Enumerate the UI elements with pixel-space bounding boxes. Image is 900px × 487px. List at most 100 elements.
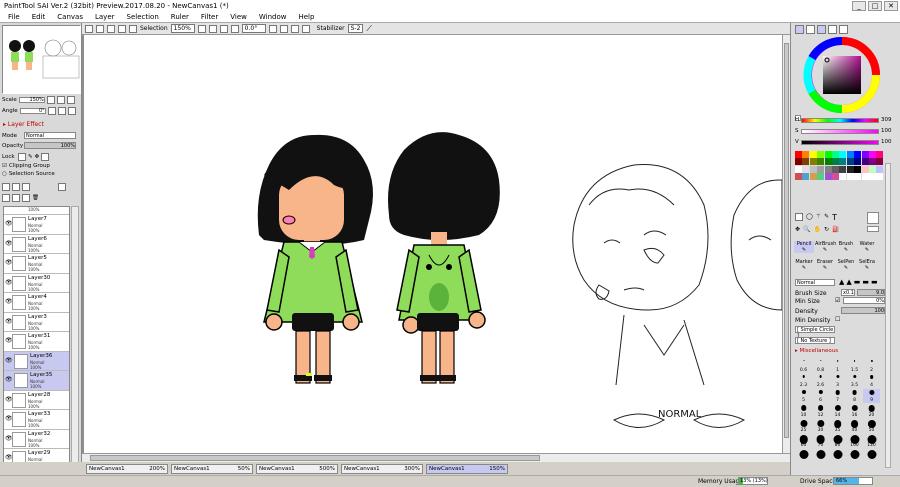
palette-swatch[interactable] (854, 173, 862, 181)
palette-swatch[interactable] (802, 151, 810, 158)
palette-swatch[interactable] (831, 173, 839, 181)
layer-list-scrollbar[interactable] (71, 206, 79, 472)
clipping-row[interactable]: ☑ Clipping Group (2, 163, 50, 169)
color-wheel[interactable] (803, 36, 881, 114)
palette-swatch[interactable] (831, 165, 839, 173)
invert-selection-button[interactable] (118, 24, 126, 33)
brush-size-preset[interactable]: 3.5 (846, 374, 863, 388)
rotate-tool-icon[interactable]: ↻ (824, 226, 829, 233)
hand-tool-icon[interactable]: ✋ (814, 226, 821, 233)
menu-layer[interactable]: Layer (95, 12, 115, 22)
clear-layer-button[interactable] (22, 194, 30, 202)
visibility-eye-icon[interactable]: 👁 (5, 435, 13, 442)
opacity-slider[interactable]: 100% (24, 142, 76, 149)
brush-size-preset[interactable]: 4 (863, 374, 880, 388)
palette-swatch[interactable] (846, 173, 854, 181)
lock-all-icon[interactable] (41, 153, 50, 161)
flip-button[interactable] (301, 24, 310, 33)
delete-layer-icon[interactable]: 🗑 (32, 195, 39, 201)
scale-slider[interactable]: 150% (18, 97, 45, 103)
magic-wand-icon[interactable]: ⚚ (816, 213, 821, 222)
palette-swatch[interactable] (831, 158, 839, 166)
clipping-checkbox[interactable]: ☑ (2, 163, 7, 169)
drawing-canvas[interactable]: NORMAL (84, 35, 782, 453)
brush-size-preset[interactable]: 5 (795, 389, 812, 403)
zoom-in-button[interactable] (208, 24, 217, 33)
palette-swatch[interactable] (868, 151, 876, 158)
bucket-tool-icon[interactable]: ⛽ (832, 226, 839, 233)
saturation-slider[interactable] (801, 128, 879, 134)
brush-shape-5-icon[interactable]: ▬ (871, 278, 878, 286)
menu-ruler[interactable]: Ruler (171, 12, 189, 22)
transfer-down-button[interactable] (2, 194, 10, 202)
redo-button[interactable] (96, 24, 104, 33)
hsv-slider-mode-button[interactable] (817, 25, 826, 34)
rotate-left-button[interactable] (268, 24, 277, 33)
color-wheel-mode-button[interactable] (795, 25, 804, 34)
brush-shape-select[interactable]: [ Simple Circle ] (795, 326, 835, 339)
selera-tool[interactable]: SelEra ✎ (857, 259, 877, 271)
lock-transparency-icon[interactable] (18, 153, 26, 161)
layer-item-layer36[interactable]: 👁 Layer36 Normal 100% (4, 351, 69, 371)
visibility-eye-icon[interactable]: 👁 (5, 377, 13, 383)
brush-size-presets[interactable]: 0.6 0.8 1 1.5 2 2.3 2.6 3 3.5 4 5 6 7 8 9 10 12 14 16 20 25 3… (795, 359, 881, 463)
canvas-area[interactable]: NORMAL (82, 35, 782, 453)
palette-swatch[interactable] (854, 151, 862, 158)
brush-size-preset[interactable]: 20 (863, 404, 880, 418)
brush-blend-mode-select[interactable]: Normal (795, 279, 835, 286)
menu-help[interactable]: Help (298, 12, 314, 22)
hue-slider[interactable] (801, 117, 879, 123)
selpen-tool[interactable]: SelPen ✎ (836, 259, 856, 271)
scale-reset-button[interactable] (66, 96, 75, 104)
brush-size-preset[interactable]: 35 (829, 419, 846, 433)
pen-pressure-icon[interactable]: ⟋ (366, 24, 372, 34)
scale-plus-button[interactable] (56, 96, 65, 104)
visibility-eye-icon[interactable]: 👁 (5, 338, 13, 344)
palette-swatch[interactable] (861, 165, 869, 173)
palette-swatch[interactable] (817, 173, 825, 181)
palette-swatch[interactable] (854, 165, 862, 173)
airbrush-tool[interactable]: AirBrush ✎ (815, 241, 836, 253)
visibility-eye-icon[interactable]: 👁 (5, 240, 13, 247)
new-layer-button[interactable] (2, 183, 10, 191)
canvas-tab-5[interactable]: NewCanvas1 150% (426, 463, 508, 474)
palette-swatch[interactable] (846, 158, 854, 166)
palette-swatch[interactable] (824, 165, 832, 173)
brush-size-preset[interactable]: 80 (829, 434, 846, 448)
menu-selection[interactable]: Selection (127, 12, 159, 22)
brush-size-multiplier[interactable]: x0.1 (841, 289, 855, 296)
layer-item-layer31[interactable]: 👁 Layer31 Normal 100% (4, 332, 69, 352)
brush-size-preset[interactable]: 50 (863, 419, 880, 433)
brush-size-preset[interactable] (795, 449, 812, 463)
palette-swatch[interactable] (809, 173, 817, 181)
pencil-tool[interactable]: Pencil ✎ (794, 241, 814, 253)
undo-button[interactable] (85, 24, 93, 33)
new-folder-button[interactable] (22, 183, 30, 191)
angle-minus-button[interactable] (47, 107, 56, 115)
brush-shape-1-icon[interactable]: ▲ (839, 278, 844, 286)
palette-swatch[interactable] (876, 165, 884, 173)
palette-swatch[interactable] (809, 165, 817, 173)
hscroll-thumb[interactable] (90, 455, 540, 461)
brush-shape-3-icon[interactable]: ▬ (854, 278, 861, 286)
visibility-eye-icon[interactable]: 👁 (5, 299, 13, 305)
brush-shape-4-icon[interactable]: ▬ (862, 278, 869, 286)
min-density-checkbox[interactable]: ☐ (835, 316, 840, 323)
layer-item-layer6[interactable]: 👁 Layer6 Normal 100% (4, 234, 69, 254)
marker-tool[interactable]: Marker ✎ (794, 259, 814, 271)
brush-size-preset[interactable]: 2 (863, 359, 880, 373)
palette-swatch[interactable] (802, 158, 810, 166)
angle-reset-button[interactable] (67, 107, 76, 115)
zoom-reset-button[interactable] (219, 24, 228, 33)
new-linework-button[interactable] (12, 183, 20, 191)
layer-options-button[interactable] (58, 183, 66, 191)
zoom-field[interactable]: 150% (170, 24, 195, 33)
brush-size-slider[interactable]: 9.0 (857, 289, 885, 296)
right-panel-scrollbar[interactable] (885, 163, 891, 468)
density-slider[interactable]: 100 (841, 307, 885, 314)
brush-texture-select[interactable]: [ No Texture ] (795, 337, 835, 344)
brush-size-preset[interactable]: 40 (846, 419, 863, 433)
menu-filter[interactable]: Filter (201, 12, 218, 22)
brush-size-preset[interactable]: 60 (795, 434, 812, 448)
canvas-vertical-scrollbar[interactable] (782, 35, 790, 453)
